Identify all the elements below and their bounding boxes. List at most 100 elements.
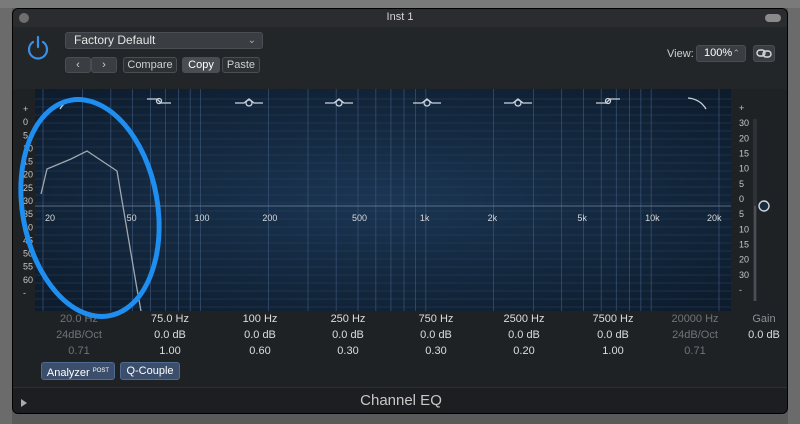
band-freq-value[interactable]: 750 Hz bbox=[396, 311, 476, 327]
db-tick-right: - bbox=[739, 285, 742, 295]
db-tick-left: 25 bbox=[23, 183, 33, 193]
db-tick-right: + bbox=[739, 103, 744, 113]
db-tick-left: 30 bbox=[23, 196, 33, 206]
paste-button[interactable]: Paste bbox=[222, 57, 260, 73]
db-tick-left: 15 bbox=[23, 157, 33, 167]
db-tick-right: 10 bbox=[739, 164, 749, 174]
db-tick-left: 5 bbox=[23, 130, 28, 140]
db-tick-left: 20 bbox=[23, 170, 33, 180]
band-5-params: 750 Hz 0.0 dB 0.30 bbox=[396, 311, 476, 359]
freq-tick: 500 bbox=[352, 213, 367, 223]
host-background-top bbox=[0, 0, 800, 8]
freq-tick: 1k bbox=[420, 213, 430, 223]
band-gain-value[interactable]: 24dB/Oct bbox=[39, 327, 119, 343]
band-parameters: 20.0 Hz 24dB/Oct 0.71 75.0 Hz 0.0 dB 1.00 100 … bbox=[13, 311, 787, 363]
db-tick-left: + bbox=[23, 104, 28, 114]
window-title: Inst 1 bbox=[386, 11, 414, 23]
chevron-updown-icon: ⌃ bbox=[732, 48, 740, 58]
band-freq-value[interactable]: 20000 Hz bbox=[655, 311, 735, 327]
db-tick-left: 60 bbox=[23, 275, 33, 285]
gain-slider-handle[interactable] bbox=[758, 200, 770, 212]
band-freq-value[interactable]: 75.0 Hz bbox=[130, 311, 210, 327]
band-gain-value[interactable]: 0.0 dB bbox=[573, 327, 653, 343]
q-couple-button[interactable]: Q-Couple bbox=[120, 362, 180, 380]
band-3-params: 100 Hz 0.0 dB 0.60 bbox=[220, 311, 300, 359]
db-tick-left: 55 bbox=[23, 262, 33, 272]
band-7-params: 7500 Hz 0.0 dB 1.00 bbox=[573, 311, 653, 359]
db-tick-left: 50 bbox=[23, 249, 33, 259]
db-tick-right: 20 bbox=[739, 133, 749, 143]
freq-tick: 20 bbox=[45, 213, 55, 223]
band-8-params: 20000 Hz 24dB/Oct 0.71 bbox=[655, 311, 735, 359]
prev-preset-button[interactable]: ‹ bbox=[65, 57, 91, 73]
titlebar: Inst 1 bbox=[13, 9, 787, 28]
band-1-params: 20.0 Hz 24dB/Oct 0.71 bbox=[39, 311, 119, 359]
band-6-params: 2500 Hz 0.0 dB 0.20 bbox=[484, 311, 564, 359]
freq-tick: 10k bbox=[645, 213, 660, 223]
band-freq-value[interactable]: 7500 Hz bbox=[573, 311, 653, 327]
plugin-name: Channel EQ bbox=[360, 392, 442, 409]
chevron-right-icon: › bbox=[102, 59, 106, 71]
band-4-params: 250 Hz 0.0 dB 0.30 bbox=[308, 311, 388, 359]
band-gain-value[interactable]: 0.0 dB bbox=[396, 327, 476, 343]
db-tick-right: 0 bbox=[739, 194, 744, 204]
db-tick-right: 15 bbox=[739, 149, 749, 159]
freq-tick: 20k bbox=[707, 213, 722, 223]
band-freq-value[interactable]: 100 Hz bbox=[220, 311, 300, 327]
band-q-value[interactable]: 1.00 bbox=[130, 343, 210, 359]
host-background-left bbox=[0, 0, 12, 424]
db-tick-left: 0 bbox=[23, 117, 28, 127]
preset-name: Factory Default bbox=[74, 33, 156, 47]
db-tick-right: 10 bbox=[739, 224, 749, 234]
freq-tick: 2k bbox=[488, 213, 498, 223]
resize-icon[interactable] bbox=[765, 14, 781, 22]
db-tick-left: 10 bbox=[23, 143, 33, 153]
preset-menu[interactable]: Factory Default ⌄ bbox=[65, 32, 263, 49]
band-gain-value[interactable]: 0.0 dB bbox=[130, 327, 210, 343]
band-2-params: 75.0 Hz 0.0 dB 1.00 bbox=[130, 311, 210, 359]
band-q-value[interactable]: 1.00 bbox=[573, 343, 653, 359]
freq-tick: 200 bbox=[262, 213, 277, 223]
link-button[interactable] bbox=[753, 45, 775, 62]
db-tick-left: 40 bbox=[23, 222, 33, 232]
host-background-right bbox=[788, 0, 800, 424]
band-q-value[interactable]: 0.60 bbox=[220, 343, 300, 359]
band-freq-value[interactable]: 250 Hz bbox=[308, 311, 388, 327]
db-tick-left: 35 bbox=[23, 209, 33, 219]
db-tick-left: 45 bbox=[23, 235, 33, 245]
eq-graph[interactable]: +051015202530354045505560- +302015105051… bbox=[13, 89, 788, 311]
gain-label: Gain bbox=[752, 313, 776, 325]
db-tick-right: 5 bbox=[739, 209, 744, 219]
band-freq-value[interactable]: 20.0 Hz bbox=[39, 311, 119, 327]
db-tick-right: 5 bbox=[739, 179, 744, 189]
compare-button[interactable]: Compare bbox=[123, 57, 177, 73]
band-q-value[interactable]: 0.71 bbox=[39, 343, 119, 359]
next-preset-button[interactable]: › bbox=[91, 57, 117, 73]
freq-tick: 5k bbox=[577, 213, 587, 223]
view-zoom-value: 100% bbox=[704, 47, 733, 59]
gain-column: Gain 0.0 dB bbox=[741, 311, 787, 343]
db-tick-left: - bbox=[23, 288, 26, 298]
power-icon[interactable] bbox=[25, 35, 51, 61]
band-gain-value[interactable]: 0.0 dB bbox=[220, 327, 300, 343]
band-freq-value[interactable]: 2500 Hz bbox=[484, 311, 564, 327]
gain-value[interactable]: 0.0 dB bbox=[741, 327, 787, 343]
copy-button[interactable]: Copy bbox=[182, 57, 220, 73]
band-q-value[interactable]: 0.30 bbox=[308, 343, 388, 359]
band-q-value[interactable]: 0.30 bbox=[396, 343, 476, 359]
band-q-value[interactable]: 0.20 bbox=[484, 343, 564, 359]
analyzer-button[interactable]: Analyzer POST bbox=[41, 362, 115, 380]
db-tick-right: 15 bbox=[739, 240, 749, 250]
band-gain-value[interactable]: 24dB/Oct bbox=[655, 327, 735, 343]
plugin-window: Inst 1 Factory Default ⌄ ‹ › Compare Cop… bbox=[12, 8, 788, 414]
freq-tick: 100 bbox=[195, 213, 210, 223]
plugin-header: Factory Default ⌄ ‹ › Compare Copy Paste… bbox=[13, 27, 787, 89]
view-zoom-select[interactable]: 100% ⌃ bbox=[696, 45, 746, 62]
footer: Channel EQ bbox=[13, 387, 787, 413]
band-q-value[interactable]: 0.71 bbox=[655, 343, 735, 359]
band-gain-value[interactable]: 0.0 dB bbox=[484, 327, 564, 343]
db-tick-right: 20 bbox=[739, 255, 749, 265]
band-gain-value[interactable]: 0.0 dB bbox=[308, 327, 388, 343]
analyzer-post-badge: POST bbox=[92, 368, 110, 374]
db-tick-right: 30 bbox=[739, 270, 749, 280]
